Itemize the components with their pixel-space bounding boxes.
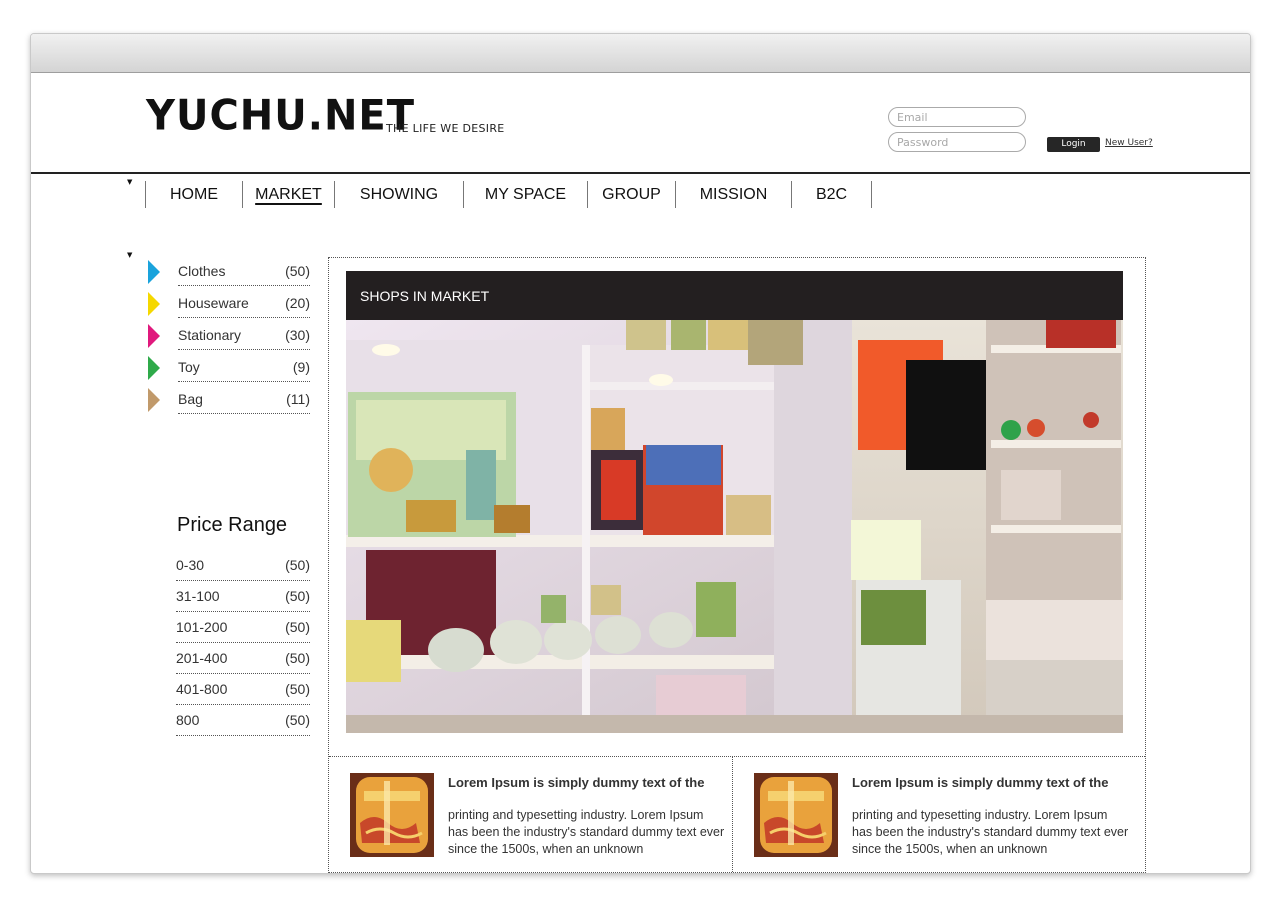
- shop-interior-image: [346, 320, 1123, 733]
- window-title-bar: [31, 34, 1250, 73]
- price-range-label: 31-100: [176, 588, 220, 604]
- nav-label: GROUP: [602, 185, 661, 203]
- category-item[interactable]: Bag (11): [146, 384, 316, 416]
- article-thumbnail-image: [350, 773, 434, 857]
- price-range-item[interactable]: 800 (50): [176, 705, 310, 736]
- article-thumbnail-image: [754, 773, 838, 857]
- category-item[interactable]: Stationary (30): [146, 320, 316, 352]
- caret-down-icon: ▼: [127, 251, 133, 259]
- nav-label: SHOWING: [359, 185, 439, 203]
- price-range-count: (50): [285, 588, 310, 604]
- category-count: (30): [285, 326, 310, 343]
- triangle-marker-icon: [148, 292, 160, 316]
- email-input[interactable]: [888, 107, 1026, 127]
- nav-label: MISSION: [699, 185, 768, 203]
- triangle-marker-icon: [148, 324, 160, 348]
- nav-label: B2C: [815, 185, 848, 203]
- header-divider: [31, 172, 1250, 174]
- category-label: Toy: [178, 358, 200, 375]
- price-range-count: (50): [285, 681, 310, 697]
- browser-window: YUCHU.NET THE LIFE WE DESIRE Login New U…: [30, 33, 1251, 874]
- article-body: printing and typesetting industry. Lorem…: [448, 808, 725, 856]
- shops-title: SHOPS IN MARKET: [346, 271, 1123, 320]
- article-thumbnail[interactable]: [350, 773, 434, 857]
- category-label: Houseware: [178, 294, 249, 311]
- site-logo[interactable]: YUCHU.NET: [146, 95, 415, 137]
- price-range-list: 0-30 (50) 31-100 (50) 101-200 (50) 201-400 (…: [176, 550, 310, 736]
- category-count: (50): [285, 262, 310, 279]
- article-title[interactable]: Lorem Ipsum is simply dummy text of the: [448, 775, 728, 790]
- article-body: printing and typesetting industry. Lorem…: [852, 808, 1129, 856]
- category-count: (11): [286, 390, 310, 407]
- price-range-label: 101-200: [176, 619, 228, 635]
- nav-label: MY SPACE: [484, 185, 567, 203]
- nav-home[interactable]: HOME: [145, 181, 242, 208]
- price-range-label: 800: [176, 712, 200, 728]
- category-count: (9): [292, 358, 310, 375]
- price-range-item[interactable]: 401-800 (50): [176, 674, 310, 705]
- triangle-marker-icon: [148, 260, 160, 284]
- nav-group[interactable]: GROUP: [587, 181, 675, 208]
- price-range-count: (50): [285, 712, 310, 728]
- nav-mission[interactable]: MISSION: [675, 181, 791, 208]
- section-divider: [329, 756, 1145, 757]
- price-range-count: (50): [285, 557, 310, 573]
- price-range-label: 201-400: [176, 650, 228, 666]
- login-button[interactable]: Login: [1047, 137, 1100, 152]
- category-label: Stationary: [178, 326, 242, 343]
- category-count: (20): [285, 294, 310, 311]
- nav-my-space[interactable]: MY SPACE: [463, 181, 587, 208]
- site-tagline: THE LIFE WE DESIRE: [386, 122, 505, 135]
- article-thumbnail[interactable]: [754, 773, 838, 857]
- nav-market[interactable]: MARKET: [242, 181, 334, 208]
- price-range-title: Price Range: [177, 514, 288, 536]
- article-card[interactable]: Lorem Ipsum is simply dummy text of the …: [350, 773, 730, 863]
- category-item[interactable]: Houseware (20): [146, 288, 316, 320]
- triangle-marker-icon: [148, 356, 160, 380]
- price-range-label: 401-800: [176, 681, 228, 697]
- category-sidebar: Clothes (50) Houseware (20) Stationary (30)…: [146, 256, 316, 736]
- category-item[interactable]: Clothes (50): [146, 256, 316, 288]
- article-title[interactable]: Lorem Ipsum is simply dummy text of the: [852, 775, 1132, 790]
- category-label: Clothes: [178, 262, 226, 279]
- nav-label: HOME: [170, 185, 218, 203]
- price-range-item[interactable]: 31-100 (50): [176, 581, 310, 612]
- shops-panel: SHOPS IN MARKET Lorem Ipsum is simply du…: [328, 257, 1146, 873]
- triangle-marker-icon: [148, 388, 160, 412]
- main-nav: HOME MARKET SHOWING MY SPACE GROUP MISSI…: [145, 181, 872, 208]
- new-user-link[interactable]: New User?: [1105, 138, 1153, 148]
- price-range-count: (50): [285, 619, 310, 635]
- caret-down-icon: ▼: [127, 178, 133, 186]
- password-input[interactable]: [888, 132, 1026, 152]
- price-range-item[interactable]: 201-400 (50): [176, 643, 310, 674]
- category-item[interactable]: Toy (9): [146, 352, 316, 384]
- price-range-item[interactable]: 101-200 (50): [176, 612, 310, 643]
- article-card[interactable]: Lorem Ipsum is simply dummy text of the …: [754, 773, 1134, 863]
- nav-showing[interactable]: SHOWING: [334, 181, 463, 208]
- price-range-item[interactable]: 0-30 (50): [176, 550, 310, 581]
- nav-label: MARKET: [255, 185, 322, 203]
- shop-photo[interactable]: [346, 320, 1123, 733]
- price-range-count: (50): [285, 650, 310, 666]
- column-divider: [732, 756, 733, 872]
- price-range-label: 0-30: [176, 557, 205, 573]
- category-label: Bag: [178, 390, 203, 407]
- nav-b2c[interactable]: B2C: [791, 181, 872, 208]
